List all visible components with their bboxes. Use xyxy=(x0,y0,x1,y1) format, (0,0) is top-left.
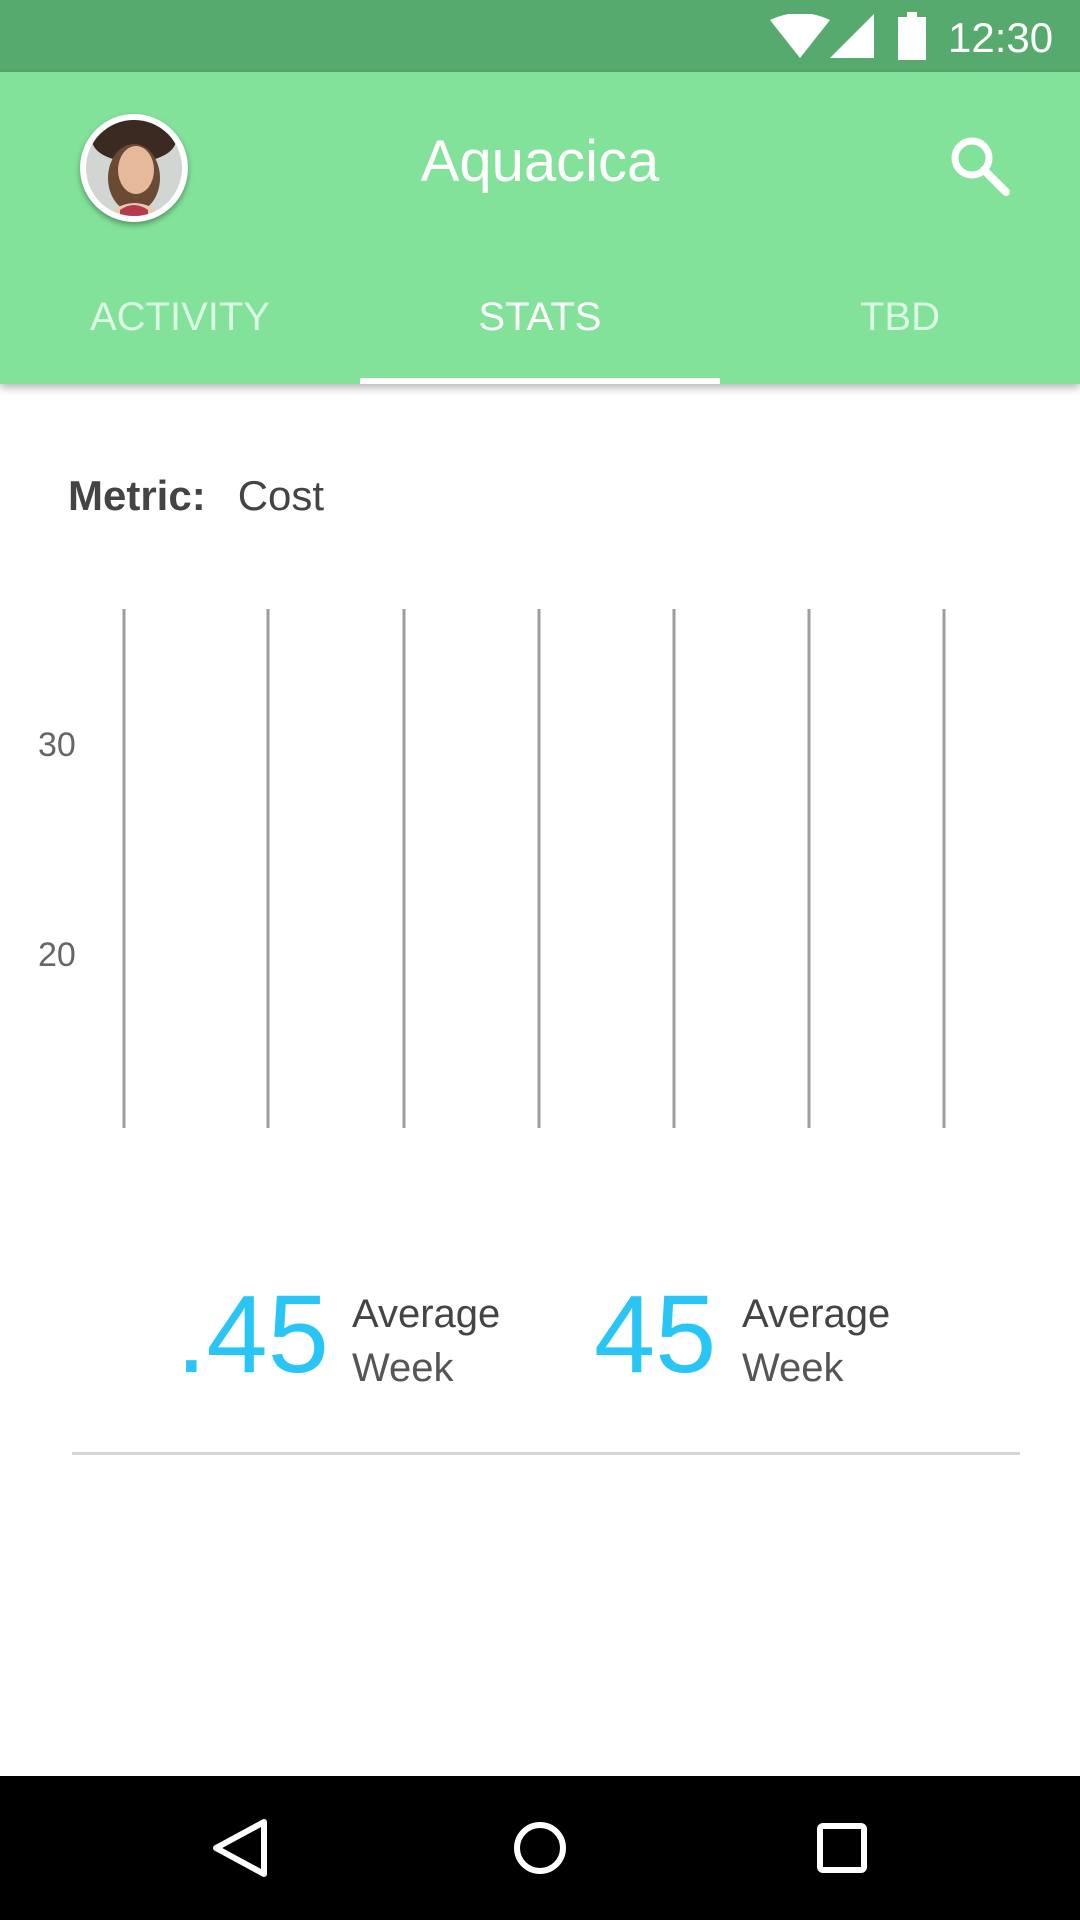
status-time: 12:30 xyxy=(948,14,1054,61)
chart-bar-lines xyxy=(122,609,946,1128)
metric-label: Metric: xyxy=(68,472,206,519)
avatar-photo xyxy=(86,120,182,216)
stat-period: Week xyxy=(742,1346,844,1390)
metric-value: Cost xyxy=(237,472,325,519)
y-tick-label: 30 xyxy=(38,726,76,764)
search-icon[interactable] xyxy=(946,132,1014,200)
stat-label: Average xyxy=(742,1292,891,1336)
navigation-bar xyxy=(0,1776,1080,1920)
recents-icon[interactable] xyxy=(810,1816,874,1880)
tab-bar: ACTIVITY STATS TBD xyxy=(0,272,1080,384)
avatar[interactable] xyxy=(80,114,188,222)
stat-label: Average xyxy=(352,1292,501,1336)
status-bar: 12:30 xyxy=(0,0,1080,72)
screen: 12:30 Aquacica ACTIVITY STATS TBD Metric… xyxy=(0,0,1080,1920)
app-bar: Aquacica ACTIVITY STATS TBD xyxy=(0,72,1080,384)
tab-activity[interactable]: ACTIVITY xyxy=(0,272,360,384)
metric-selector[interactable]: Metric: Cost xyxy=(68,468,324,524)
wifi-icon xyxy=(770,14,830,58)
stat-value: .45 xyxy=(176,1273,329,1396)
tab-stats[interactable]: STATS xyxy=(360,272,720,384)
home-icon[interactable] xyxy=(508,1816,572,1880)
y-tick-label: 20 xyxy=(38,936,76,974)
stats-chart: 30 20 xyxy=(38,609,946,1128)
battery-icon xyxy=(898,12,926,60)
stat-period: Week xyxy=(352,1346,454,1390)
stat-value: 45 xyxy=(594,1273,717,1396)
tab-tbd[interactable]: TBD xyxy=(720,272,1080,384)
cell-signal-icon xyxy=(830,14,874,58)
divider xyxy=(72,1452,1020,1455)
back-icon[interactable] xyxy=(208,1816,272,1880)
app-title: Aquacica xyxy=(420,129,660,194)
stats-row: .45 Average Week 45 Average Week xyxy=(0,1270,1080,1410)
